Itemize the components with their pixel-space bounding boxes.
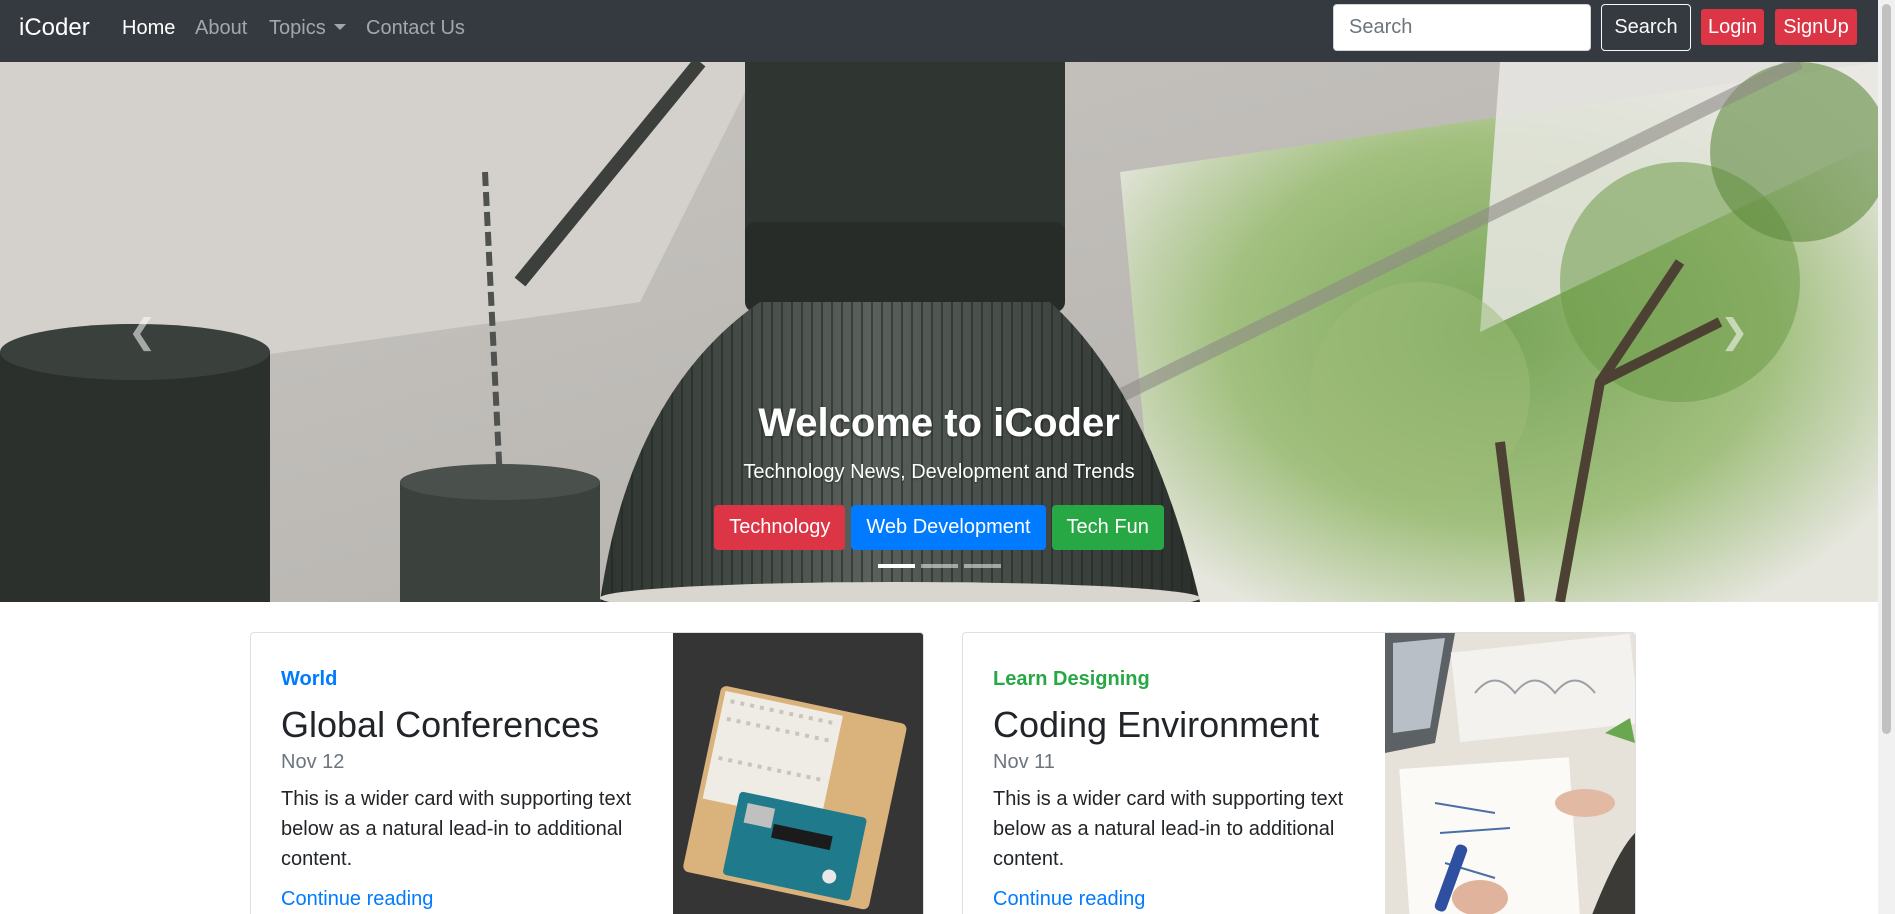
- hero-carousel: ❮ ❯ Welcome to iCoder Technology News, D…: [0, 62, 1878, 602]
- card-thumbnail-arduino: [673, 633, 923, 914]
- card-title: Global Conferences: [281, 704, 600, 745]
- technology-button[interactable]: Technology: [714, 505, 846, 550]
- carousel-indicator-2[interactable]: [920, 564, 958, 568]
- chevron-left-icon: ❮: [128, 313, 157, 351]
- login-button[interactable]: Login: [1701, 9, 1764, 45]
- tech-fun-button[interactable]: Tech Fun: [1051, 505, 1164, 550]
- carousel-button-group: Technology Web Development Tech Fun: [0, 505, 1878, 550]
- card-date: Nov 11: [993, 751, 1055, 773]
- carousel-indicator-3[interactable]: [963, 564, 1001, 568]
- nav-contact[interactable]: Contact Us: [366, 16, 465, 40]
- continue-reading-link[interactable]: Continue reading: [993, 887, 1145, 911]
- card-thumbnail-desk: [1385, 633, 1635, 914]
- carousel-prev-button[interactable]: ❮: [128, 312, 157, 352]
- post-card: World Global Conferences Nov 12 This is …: [250, 632, 924, 914]
- carousel-indicators: [0, 564, 1878, 568]
- card-text: This is a wider card with supporting tex…: [993, 788, 1344, 870]
- nav-topics-label: Topics: [269, 17, 326, 39]
- post-card: Learn Designing Coding Environment Nov 1…: [962, 632, 1636, 914]
- brand-logo[interactable]: iCoder: [19, 13, 90, 43]
- card-title: Coding Environment: [993, 704, 1320, 745]
- caret-down-icon: [333, 23, 346, 30]
- carousel-title: Welcome to iCoder: [758, 401, 1120, 445]
- page: iCoder Home About Topics Contact Us Sear…: [0, 0, 1878, 914]
- carousel-indicator-1[interactable]: [877, 564, 915, 568]
- nav-topics-dropdown[interactable]: Topics: [269, 16, 346, 40]
- web-development-button[interactable]: Web Development: [851, 505, 1046, 550]
- card-category: World: [281, 668, 338, 690]
- signup-button[interactable]: SignUp: [1775, 9, 1857, 45]
- search-input[interactable]: [1333, 4, 1591, 51]
- carousel-subtitle: Technology News, Development and Trends: [743, 461, 1135, 483]
- navbar: iCoder Home About Topics Contact Us Sear…: [0, 0, 1878, 62]
- card-text: This is a wider card with supporting tex…: [281, 788, 632, 870]
- search-button[interactable]: Search: [1601, 4, 1691, 51]
- card-category: Learn Designing: [993, 668, 1150, 690]
- carousel-next-button[interactable]: ❯: [1720, 312, 1749, 352]
- continue-reading-link[interactable]: Continue reading: [281, 887, 433, 911]
- chevron-right-icon: ❯: [1720, 313, 1749, 351]
- page-scrollbar[interactable]: [1878, 0, 1895, 914]
- card-date: Nov 12: [281, 751, 345, 773]
- nav-about[interactable]: About: [195, 16, 247, 40]
- scrollbar-thumb[interactable]: [1882, 4, 1891, 734]
- nav-home[interactable]: Home: [122, 16, 175, 40]
